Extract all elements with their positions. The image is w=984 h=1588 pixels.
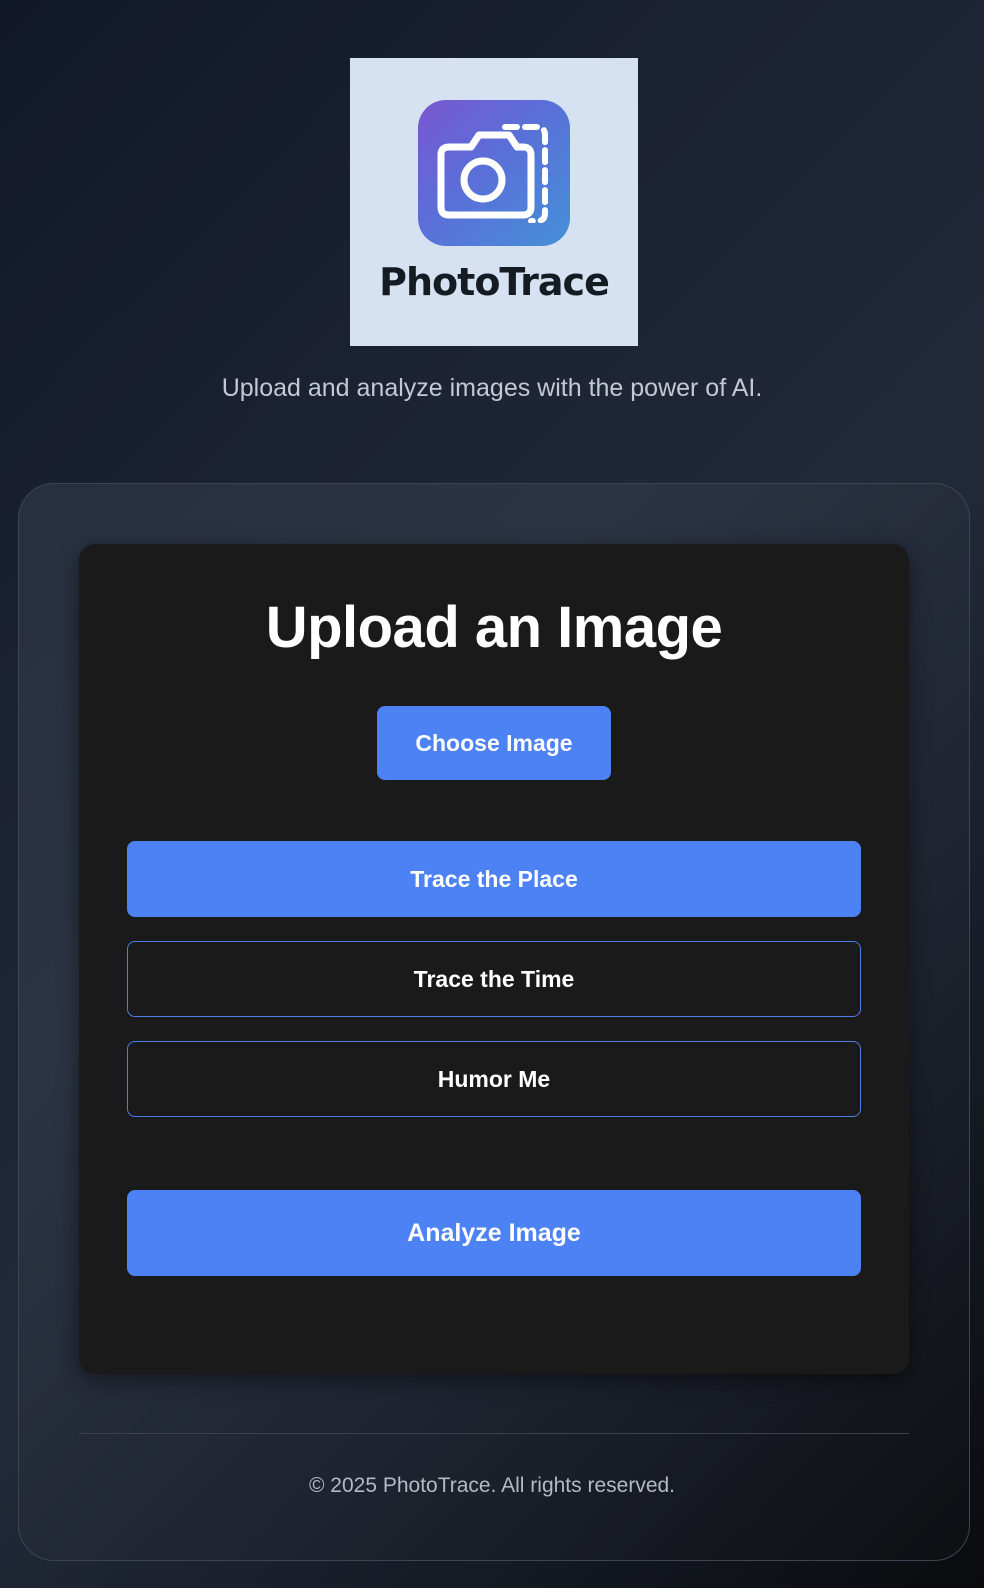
analyze-image-button[interactable]: Analyze Image <box>127 1190 861 1276</box>
footer-divider <box>79 1433 909 1434</box>
camera-icon <box>418 100 570 246</box>
trace-place-button[interactable]: Trace the Place <box>127 841 861 917</box>
footer-copyright: © 2025 PhotoTrace. All rights reserved. <box>308 1474 676 1497</box>
choose-image-button[interactable]: Choose Image <box>377 706 611 780</box>
humor-me-button[interactable]: Humor Me <box>127 1041 861 1117</box>
logo: PhotoTrace <box>350 58 638 346</box>
logo-wordmark: PhotoTrace <box>379 260 610 304</box>
upload-panel: Upload an Image Choose Image Trace the P… <box>79 544 909 1374</box>
tagline: Upload and analyze images with the power… <box>221 374 763 402</box>
upload-title: Upload an Image <box>265 595 723 660</box>
trace-time-button[interactable]: Trace the Time <box>127 941 861 1017</box>
